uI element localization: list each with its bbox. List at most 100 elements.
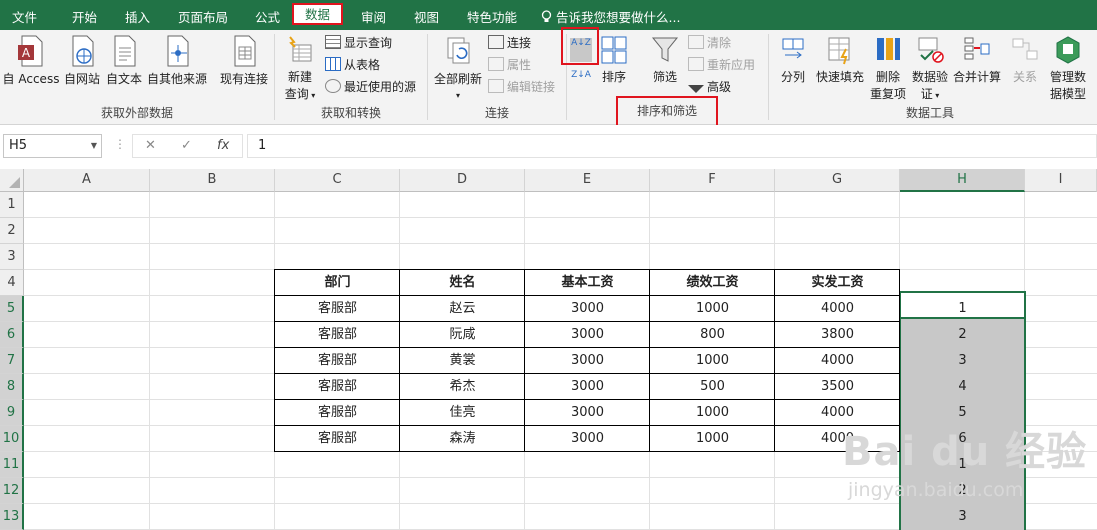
name-box-dropdown-icon[interactable]: ▼	[91, 135, 97, 157]
row-header-9[interactable]: 9	[0, 400, 24, 426]
table-cell[interactable]: 客服部	[275, 348, 400, 373]
h-column-cell[interactable]: 3	[900, 348, 1025, 373]
menu-special-features[interactable]: 特色功能	[467, 7, 517, 26]
row-header-13[interactable]: 13	[0, 504, 24, 530]
sort-button[interactable]: 排序	[598, 35, 630, 85]
menu-insert[interactable]: 插入	[125, 7, 150, 26]
row-header-1[interactable]: 1	[0, 192, 24, 218]
row-header-10[interactable]: 10	[0, 426, 24, 452]
select-all-corner[interactable]	[0, 169, 24, 192]
table-cell[interactable]: 1000	[650, 426, 775, 451]
table-cell[interactable]: 3000	[525, 296, 650, 321]
show-queries-button[interactable]: 显示查询	[325, 33, 392, 53]
cancel-icon[interactable]: ✕	[145, 138, 156, 153]
table-cell[interactable]: 3000	[525, 348, 650, 373]
menu-review[interactable]: 审阅	[361, 7, 386, 26]
table-cell[interactable]: 500	[650, 374, 775, 399]
row-header-8[interactable]: 8	[0, 374, 24, 400]
remove-duplicates-button[interactable]: 删除 重复项	[868, 35, 908, 102]
table-cell[interactable]: 3000	[525, 374, 650, 399]
column-header-g[interactable]: G	[775, 169, 900, 192]
menu-view[interactable]: 视图	[414, 7, 439, 26]
table-cell[interactable]: 佳亮	[400, 400, 525, 425]
tell-me-search[interactable]: 告诉我您想要做什么...	[541, 7, 680, 26]
column-header-i[interactable]: I	[1025, 169, 1097, 192]
from-text-button[interactable]: 自文本	[104, 35, 144, 87]
table-cell[interactable]: 1000	[650, 296, 775, 321]
h-column-cell[interactable]: 3	[900, 504, 1025, 529]
row-header-5[interactable]: 5	[0, 296, 24, 322]
table-cell[interactable]: 客服部	[275, 374, 400, 399]
menu-data[interactable]: 数据	[292, 3, 343, 25]
table-cell[interactable]: 黄裳	[400, 348, 525, 373]
table-cell[interactable]: 客服部	[275, 400, 400, 425]
edit-links-button[interactable]: 编辑链接	[488, 77, 555, 97]
filter-button[interactable]: 筛选	[648, 35, 682, 85]
menu-file[interactable]: 文件	[12, 7, 37, 26]
table-cell[interactable]: 800	[650, 322, 775, 347]
h-column-cell[interactable]: 2	[900, 322, 1025, 347]
column-header-b[interactable]: B	[150, 169, 275, 192]
insert-function-icon[interactable]: fx	[217, 138, 229, 153]
enter-icon[interactable]: ✓	[181, 138, 192, 153]
row-header-11[interactable]: 11	[0, 452, 24, 478]
from-other-sources-button[interactable]: 自其他来源	[146, 35, 208, 87]
data-validation-button[interactable]: 数据验 证 ▾	[910, 35, 950, 102]
refresh-all-button[interactable]: 全部刷新 ▾	[432, 35, 484, 101]
table-cell[interactable]: 1000	[650, 348, 775, 373]
row-header-6[interactable]: 6	[0, 322, 24, 348]
table-cell[interactable]: 4000	[775, 348, 900, 373]
existing-connections-button[interactable]: 现有连接	[218, 35, 270, 87]
table-cell[interactable]: 希杰	[400, 374, 525, 399]
connections-button[interactable]: 连接	[488, 33, 531, 53]
consolidate-button[interactable]: 合并计算	[952, 35, 1002, 85]
column-header-c[interactable]: C	[275, 169, 400, 192]
table-cell[interactable]: 3800	[775, 322, 900, 347]
column-header-h[interactable]: H	[900, 169, 1025, 192]
row-header-3[interactable]: 3	[0, 244, 24, 270]
advanced-filter-button[interactable]: 高级	[688, 77, 731, 97]
menu-home[interactable]: 开始	[72, 7, 97, 26]
table-cell[interactable]: 赵云	[400, 296, 525, 321]
from-table-button[interactable]: 从表格	[325, 55, 380, 75]
formula-input[interactable]: 1	[247, 134, 1097, 158]
manage-data-model-button[interactable]: 管理数 据模型	[1044, 35, 1092, 102]
reapply-filter-button[interactable]: 重新应用	[688, 55, 755, 75]
name-box[interactable]: H5 ▼	[3, 134, 102, 158]
recent-sources-button[interactable]: 最近使用的源	[325, 77, 416, 97]
row-header-4[interactable]: 4	[0, 270, 24, 296]
table-cell[interactable]: 4000	[775, 296, 900, 321]
relationships-button[interactable]: 关系	[1008, 35, 1042, 85]
menu-formulas[interactable]: 公式	[255, 7, 280, 26]
from-access-button[interactable]: A 自 Access	[2, 35, 60, 87]
from-web-button[interactable]: 自网站	[62, 35, 102, 87]
sort-descending-button[interactable]: Z↓A	[570, 70, 592, 90]
properties-button[interactable]: 属性	[488, 55, 531, 75]
table-cell[interactable]: 客服部	[275, 426, 400, 451]
table-cell[interactable]: 森涛	[400, 426, 525, 451]
row-header-7[interactable]: 7	[0, 348, 24, 374]
table-header-cell[interactable]: 基本工资	[525, 270, 650, 295]
table-cell[interactable]: 3500	[775, 374, 900, 399]
table-header-cell[interactable]: 实发工资	[775, 270, 900, 295]
table-header-cell[interactable]: 绩效工资	[650, 270, 775, 295]
table-cell[interactable]: 1000	[650, 400, 775, 425]
flash-fill-button[interactable]: 快速填充	[814, 35, 866, 85]
table-cell[interactable]: 阮咸	[400, 322, 525, 347]
table-cell[interactable]: 3000	[525, 426, 650, 451]
menu-page-layout[interactable]: 页面布局	[178, 7, 228, 26]
text-to-columns-button[interactable]: 分列	[776, 35, 810, 85]
table-cell[interactable]: 客服部	[275, 322, 400, 347]
h-column-cell[interactable]: 1	[900, 296, 1025, 321]
column-header-a[interactable]: A	[24, 169, 150, 192]
row-header-2[interactable]: 2	[0, 218, 24, 244]
table-cell[interactable]: 客服部	[275, 296, 400, 321]
table-cell[interactable]: 3000	[525, 400, 650, 425]
row-header-12[interactable]: 12	[0, 478, 24, 504]
h-column-cell[interactable]: 4	[900, 374, 1025, 399]
table-cell[interactable]: 3000	[525, 322, 650, 347]
column-header-f[interactable]: F	[650, 169, 775, 192]
new-query-button[interactable]: 新建 查询 ▾	[280, 35, 320, 102]
column-header-e[interactable]: E	[525, 169, 650, 192]
table-header-cell[interactable]: 姓名	[400, 270, 525, 295]
